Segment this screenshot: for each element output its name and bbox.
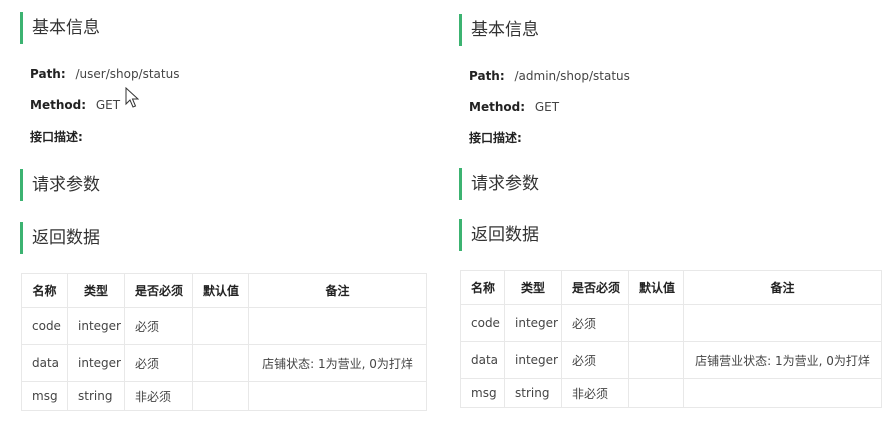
path-label: Path: — [469, 69, 505, 83]
cell-type: integer — [504, 341, 562, 379]
cell-required: 非必须 — [124, 381, 193, 411]
cell-name: msg — [460, 378, 505, 408]
cell-default — [192, 307, 249, 345]
column-header-default: 默认值 — [628, 270, 684, 305]
cell-default — [192, 344, 249, 382]
cell-required: 非必须 — [561, 378, 629, 408]
table-row: code integer 必须 — [21, 307, 427, 345]
basic-info-heading: 基本信息 — [20, 12, 100, 44]
column-header-note: 备注 — [683, 270, 882, 305]
table-row: msg string 非必须 — [460, 378, 882, 408]
column-header-type: 类型 — [504, 270, 562, 305]
path-value[interactable]: /user/shop/status — [75, 67, 179, 81]
cell-required: 必须 — [124, 344, 193, 382]
cell-required: 必须 — [561, 304, 629, 342]
description-label: 接口描述: — [30, 130, 83, 144]
method-label: Method: — [30, 98, 86, 112]
cell-name: data — [460, 341, 505, 379]
description-field: 接口描述: — [30, 129, 83, 145]
response-data-heading: 返回数据 — [459, 219, 539, 251]
table-row: data integer 必须 店铺营业状态: 1为营业, 0为打烊 — [460, 341, 882, 379]
table-row: code integer 必须 — [460, 304, 882, 342]
method-field: Method: GET — [469, 99, 559, 115]
description-field: 接口描述: — [469, 130, 522, 146]
table-row: data integer 必须 店铺状态: 1为营业, 0为打烊 — [21, 344, 427, 382]
method-value: GET — [95, 98, 121, 112]
cell-name: msg — [21, 381, 68, 411]
description-label: 接口描述: — [469, 131, 522, 145]
cell-note — [248, 307, 427, 345]
response-table: 名称 类型 是否必须 默认值 备注 code integer 必须 data i… — [460, 270, 882, 408]
column-header-default: 默认值 — [192, 273, 249, 308]
cell-note: 店铺状态: 1为营业, 0为打烊 — [248, 344, 427, 382]
column-header-name: 名称 — [460, 270, 505, 305]
response-data-heading: 返回数据 — [20, 222, 100, 254]
cell-note — [248, 381, 427, 411]
cell-type: integer — [67, 307, 125, 345]
cell-required: 必须 — [561, 341, 629, 379]
cell-default — [628, 304, 684, 342]
request-params-heading: 请求参数 — [459, 168, 539, 200]
cell-default — [628, 378, 684, 408]
table-header-row: 名称 类型 是否必须 默认值 备注 — [460, 270, 882, 305]
basic-info-heading: 基本信息 — [459, 14, 539, 46]
cell-type: integer — [67, 344, 125, 382]
request-params-heading: 请求参数 — [20, 169, 100, 201]
path-field: Path: /user/shop/status — [30, 66, 179, 82]
cell-note — [683, 378, 882, 408]
path-value[interactable]: /admin/shop/status — [514, 69, 629, 83]
cell-note — [683, 304, 882, 342]
cell-name: data — [21, 344, 68, 382]
cell-name: code — [460, 304, 505, 342]
cell-default — [628, 341, 684, 379]
cell-type: integer — [504, 304, 562, 342]
method-label: Method: — [469, 100, 525, 114]
cell-default — [192, 381, 249, 411]
response-table: 名称 类型 是否必须 默认值 备注 code integer 必须 data i… — [21, 273, 427, 411]
table-header-row: 名称 类型 是否必须 默认值 备注 — [21, 273, 427, 308]
mouse-pointer-icon — [125, 87, 139, 108]
column-header-required: 是否必须 — [561, 270, 629, 305]
cell-required: 必须 — [124, 307, 193, 345]
cell-note: 店铺营业状态: 1为营业, 0为打烊 — [683, 341, 882, 379]
cell-type: string — [67, 381, 125, 411]
cell-type: string — [504, 378, 562, 408]
table-row: msg string 非必须 — [21, 381, 427, 411]
cell-name: code — [21, 307, 68, 345]
column-header-name: 名称 — [21, 273, 68, 308]
method-value: GET — [534, 100, 560, 114]
column-header-note: 备注 — [248, 273, 427, 308]
path-label: Path: — [30, 67, 66, 81]
column-header-required: 是否必须 — [124, 273, 193, 308]
path-field: Path: /admin/shop/status — [469, 68, 630, 84]
method-field: Method: GET — [30, 97, 120, 113]
column-header-type: 类型 — [67, 273, 125, 308]
